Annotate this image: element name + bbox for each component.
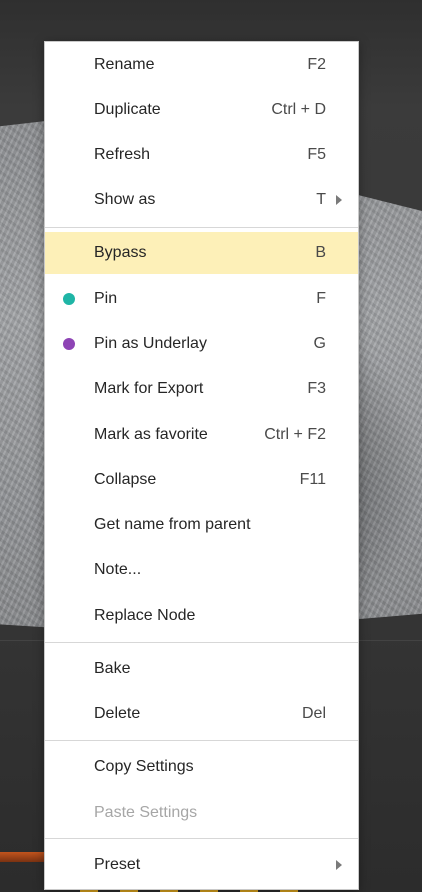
menu-item-label: Mark for Export xyxy=(94,380,204,397)
context-menu: Rename F2 Duplicate Ctrl + D Refresh F5 … xyxy=(44,41,359,890)
menu-item-shortcut: T xyxy=(316,191,326,208)
menu-item-label: Get name from parent xyxy=(94,516,251,533)
menu-item-shortcut: B xyxy=(315,244,326,261)
menu-item-label: Mark as favorite xyxy=(94,426,208,443)
menu-item-replace-node[interactable]: Replace Node xyxy=(45,595,358,637)
menu-item-rename[interactable]: Rename F2 xyxy=(45,44,358,86)
menu-item-shortcut: F3 xyxy=(307,380,326,397)
menu-item-label: Refresh xyxy=(94,146,151,163)
app-viewport: Rename F2 Duplicate Ctrl + D Refresh F5 … xyxy=(0,0,422,892)
node-edge-highlight xyxy=(0,852,44,862)
menu-item-bypass[interactable]: Bypass B xyxy=(45,232,358,274)
menu-item-note[interactable]: Note... xyxy=(45,549,358,591)
pin-dot-icon xyxy=(63,293,75,305)
menu-item-shortcut: Ctrl + F2 xyxy=(264,426,326,443)
chevron-right-icon xyxy=(336,860,342,870)
menu-item-duplicate[interactable]: Duplicate Ctrl + D xyxy=(45,89,358,131)
menu-item-label: Replace Node xyxy=(94,607,196,624)
menu-item-label: Delete xyxy=(94,705,141,722)
menu-item-label: Bypass xyxy=(94,244,147,261)
menu-item-copy-settings[interactable]: Copy Settings xyxy=(45,746,358,788)
menu-item-show-as[interactable]: Show as T xyxy=(45,179,358,221)
menu-separator xyxy=(45,227,358,228)
menu-separator xyxy=(45,642,358,643)
menu-item-mark-for-export[interactable]: Mark for Export F3 xyxy=(45,368,358,410)
menu-item-shortcut: Ctrl + D xyxy=(271,101,326,118)
menu-item-delete[interactable]: Delete Del xyxy=(45,693,358,735)
chevron-right-icon xyxy=(336,195,342,205)
menu-item-shortcut: Del xyxy=(301,705,326,722)
menu-item-shortcut: F2 xyxy=(307,56,326,73)
menu-item-label: Note... xyxy=(94,561,142,578)
menu-item-label: Bake xyxy=(94,660,131,677)
menu-item-label: Show as xyxy=(94,191,156,208)
menu-item-preset[interactable]: Preset xyxy=(45,844,358,886)
menu-item-shortcut: F5 xyxy=(307,146,326,163)
menu-item-label: Pin as Underlay xyxy=(94,335,207,352)
menu-item-label: Copy Settings xyxy=(94,758,194,775)
menu-item-label: Pin xyxy=(94,290,118,307)
menu-separator xyxy=(45,740,358,741)
menu-item-get-name-from-parent[interactable]: Get name from parent xyxy=(45,504,358,546)
menu-item-shortcut: F xyxy=(316,290,326,307)
menu-separator xyxy=(45,838,358,839)
menu-item-refresh[interactable]: Refresh F5 xyxy=(45,134,358,176)
menu-item-label: Preset xyxy=(94,856,141,873)
menu-item-shortcut: G xyxy=(313,335,326,352)
menu-item-label: Paste Settings xyxy=(94,804,198,821)
menu-item-bake[interactable]: Bake xyxy=(45,648,358,690)
menu-item-mark-as-favorite[interactable]: Mark as favorite Ctrl + F2 xyxy=(45,414,358,456)
menu-item-pin-as-underlay[interactable]: Pin as Underlay G xyxy=(45,323,358,365)
menu-item-label: Collapse xyxy=(94,471,157,488)
menu-item-label: Duplicate xyxy=(94,101,161,118)
menu-item-label: Rename xyxy=(94,56,155,73)
underlay-dot-icon xyxy=(63,338,75,350)
menu-item-shortcut: F11 xyxy=(299,471,326,488)
menu-item-collapse[interactable]: Collapse F11 xyxy=(45,459,358,501)
menu-item-pin[interactable]: Pin F xyxy=(45,278,358,320)
menu-item-paste-settings: Paste Settings xyxy=(45,792,358,834)
